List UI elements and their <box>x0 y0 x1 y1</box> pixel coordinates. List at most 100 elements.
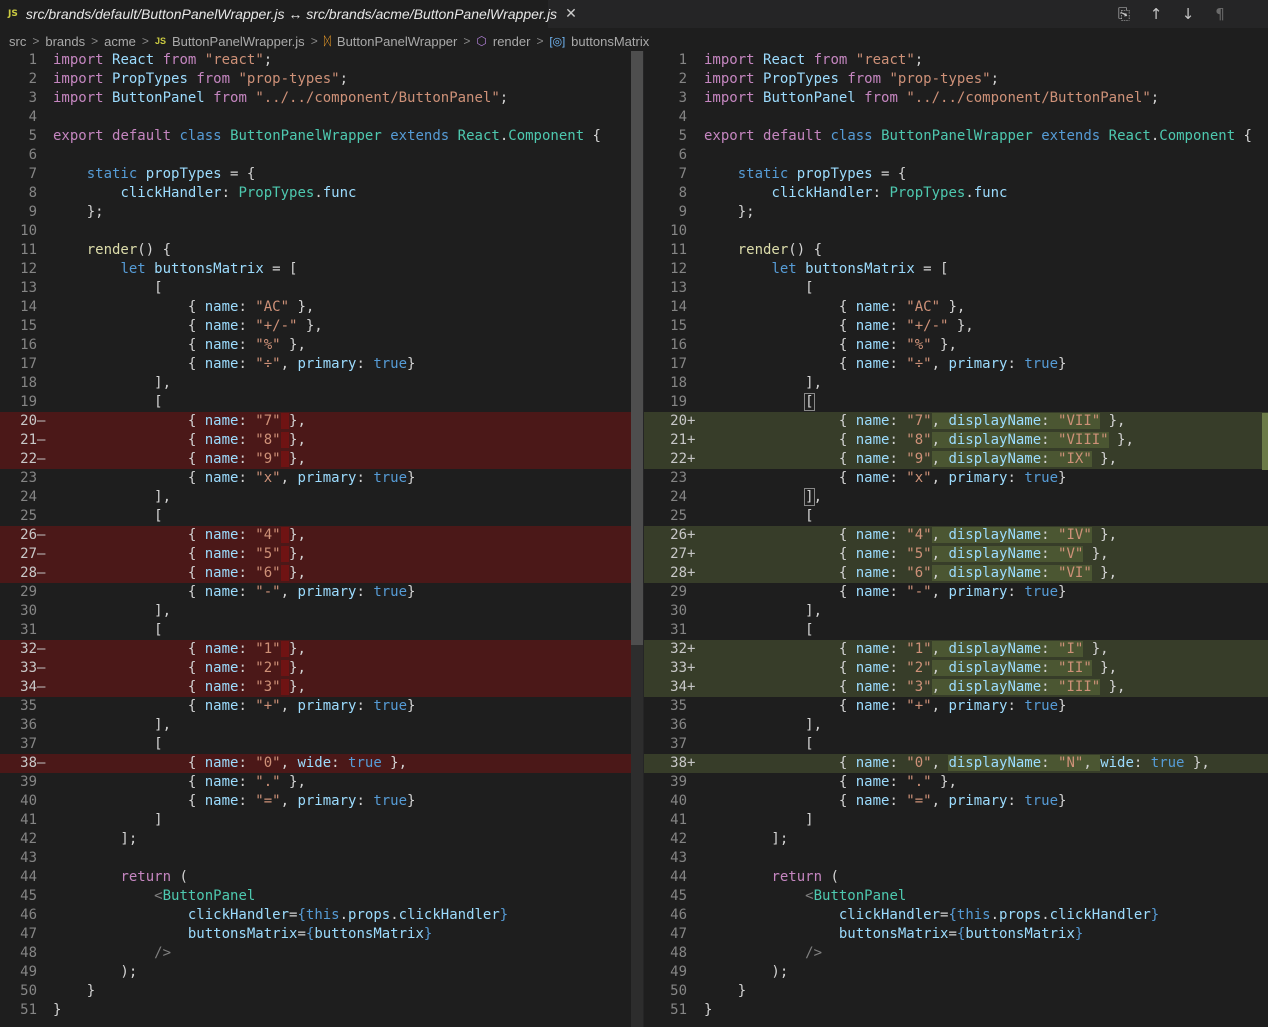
code-line[interactable]: 38 + { name: "0", displayName: "N", wide:… <box>644 754 1268 773</box>
code-line[interactable]: 9 }; <box>644 203 1268 222</box>
code-line[interactable]: 51} <box>0 1001 631 1020</box>
code-line[interactable]: 50 } <box>0 982 631 1001</box>
code-line[interactable]: 3 import ButtonPanel from "../../componen… <box>0 89 631 108</box>
diff-editor-tab[interactable]: JS src/brands/default/ButtonPanelWrapper… <box>0 0 577 28</box>
code-line[interactable]: 8 clickHandler: PropTypes.func <box>644 184 1268 203</box>
code-line[interactable]: 47 buttonsMatrix={buttonsMatrix} <box>0 925 631 944</box>
toggle-whitespace-icon[interactable]: ¶ <box>1204 5 1236 23</box>
code-line[interactable]: 35 { name: "+", primary: true} <box>0 697 631 716</box>
code-line[interactable]: 22 + { name: "9", displayName: "IX" }, <box>644 450 1268 469</box>
code-line[interactable]: 21 + { name: "8", displayName: "VIII" }, <box>644 431 1268 450</box>
tab-title[interactable]: src/brands/default/ButtonPanelWrapper.js… <box>26 6 557 22</box>
code-line[interactable]: 1 import React from "react"; <box>644 51 1268 70</box>
code-line[interactable]: 47 buttonsMatrix={buttonsMatrix} <box>644 925 1268 944</box>
code-line[interactable]: 26— { name: "4" }, <box>0 526 631 545</box>
code-line[interactable]: 19 [ <box>644 393 1268 412</box>
code-line[interactable]: 7 static propTypes = { <box>0 165 631 184</box>
code-line[interactable]: 32 + { name: "1", displayName: "I" }, <box>644 640 1268 659</box>
code-line[interactable]: 51} <box>644 1001 1268 1020</box>
code-line[interactable]: 1 import React from "react"; <box>0 51 631 70</box>
code-line[interactable]: 43 <box>0 849 631 868</box>
code-line[interactable]: 6 <box>644 146 1268 165</box>
scrollbar-thumb[interactable] <box>631 51 643 645</box>
code-line[interactable]: 29 { name: "-", primary: true} <box>644 583 1268 602</box>
code-line[interactable]: 48 /> <box>644 944 1268 963</box>
code-line[interactable]: 40 { name: "=", primary: true} <box>0 792 631 811</box>
code-line[interactable]: 13 [ <box>0 279 631 298</box>
code-line[interactable]: 5 export default class ButtonPanelWrapper… <box>644 127 1268 146</box>
code-line[interactable]: 16 { name: "%" }, <box>644 336 1268 355</box>
next-change-icon[interactable]: ↓ <box>1172 5 1204 23</box>
code-line[interactable]: 34 + { name: "3", displayName: "III" }, <box>644 678 1268 697</box>
code-line[interactable]: 26 + { name: "4", displayName: "IV" }, <box>644 526 1268 545</box>
code-line[interactable]: 3 import ButtonPanel from "../../componen… <box>644 89 1268 108</box>
code-line[interactable]: 33— { name: "2" }, <box>0 659 631 678</box>
code-line[interactable]: 30 ], <box>0 602 631 621</box>
code-line[interactable]: 43 <box>644 849 1268 868</box>
code-line[interactable]: 2 import PropTypes from "prop-types"; <box>0 70 631 89</box>
code-line[interactable]: 19 [ <box>0 393 631 412</box>
code-line[interactable]: 15 { name: "+/-" }, <box>0 317 631 336</box>
code-line[interactable]: 36 ], <box>0 716 631 735</box>
code-line[interactable]: 27— { name: "5" }, <box>0 545 631 564</box>
code-line[interactable]: 42 ]; <box>644 830 1268 849</box>
code-line[interactable]: 22— { name: "9" }, <box>0 450 631 469</box>
code-line[interactable]: 17 { name: "÷", primary: true} <box>644 355 1268 374</box>
scrollbar-track[interactable] <box>631 645 643 1027</box>
code-line[interactable]: 10 <box>0 222 631 241</box>
code-line[interactable]: 28— { name: "6" }, <box>0 564 631 583</box>
code-line[interactable]: 39 { name: "." }, <box>644 773 1268 792</box>
code-line[interactable]: 25 [ <box>0 507 631 526</box>
code-line[interactable]: 23 { name: "x", primary: true} <box>0 469 631 488</box>
code-line[interactable]: 29 { name: "-", primary: true} <box>0 583 631 602</box>
code-line[interactable]: 17 { name: "÷", primary: true} <box>0 355 631 374</box>
code-line[interactable]: 34— { name: "3" }, <box>0 678 631 697</box>
code-line[interactable]: 46 clickHandler={this.props.clickHandler… <box>644 906 1268 925</box>
code-line[interactable]: 49 ); <box>0 963 631 982</box>
code-line[interactable]: 20— { name: "7" }, <box>0 412 631 431</box>
code-line[interactable]: 50 } <box>644 982 1268 1001</box>
code-line[interactable]: 42 ]; <box>0 830 631 849</box>
code-line[interactable]: 12 let buttonsMatrix = [ <box>644 260 1268 279</box>
modified-editor[interactable]: 1 import React from "react"; 2 import PropT… <box>644 51 1268 1027</box>
code-line[interactable]: 28 + { name: "6", displayName: "VI" }, <box>644 564 1268 583</box>
original-editor[interactable]: 1 import React from "react"; 2 import PropT… <box>0 51 631 1027</box>
code-line[interactable]: 11 render() { <box>644 241 1268 260</box>
breadcrumb-item-file[interactable]: ButtonPanelWrapper.js <box>172 34 305 49</box>
breadcrumb-item-brands[interactable]: brands <box>45 34 85 49</box>
code-line[interactable]: 35 { name: "+", primary: true} <box>644 697 1268 716</box>
code-line[interactable]: 38— { name: "0", wide: true }, <box>0 754 631 773</box>
code-line[interactable]: 14 { name: "AC" }, <box>0 298 631 317</box>
code-line[interactable]: 45 <ButtonPanel <box>644 887 1268 906</box>
code-line[interactable]: 21— { name: "8" }, <box>0 431 631 450</box>
code-line[interactable]: 30 ], <box>644 602 1268 621</box>
code-line[interactable]: 18 ], <box>644 374 1268 393</box>
code-line[interactable]: 39 { name: "." }, <box>0 773 631 792</box>
code-line[interactable]: 9 }; <box>0 203 631 222</box>
code-line[interactable]: 14 { name: "AC" }, <box>644 298 1268 317</box>
code-line[interactable]: 46 clickHandler={this.props.clickHandler… <box>0 906 631 925</box>
previous-change-icon[interactable]: ↑ <box>1140 5 1172 23</box>
code-line[interactable]: 24 ], <box>644 488 1268 507</box>
code-line[interactable]: 23 { name: "x", primary: true} <box>644 469 1268 488</box>
open-file-icon[interactable]: ⎘ <box>1108 5 1140 23</box>
code-line[interactable]: 44 return ( <box>0 868 631 887</box>
code-line[interactable]: 15 { name: "+/-" }, <box>644 317 1268 336</box>
code-line[interactable]: 48 /> <box>0 944 631 963</box>
code-line[interactable]: 16 { name: "%" }, <box>0 336 631 355</box>
code-line[interactable]: 49 ); <box>644 963 1268 982</box>
code-line[interactable]: 36 ], <box>644 716 1268 735</box>
code-line[interactable]: 33 + { name: "2", displayName: "II" }, <box>644 659 1268 678</box>
code-line[interactable]: 11 render() { <box>0 241 631 260</box>
breadcrumb-item-method[interactable]: render <box>493 34 531 49</box>
code-line[interactable]: 37 [ <box>644 735 1268 754</box>
breadcrumb-item-src[interactable]: src <box>9 34 26 49</box>
breadcrumb-item-acme[interactable]: acme <box>104 34 136 49</box>
breadcrumb-item-class[interactable]: ButtonPanelWrapper <box>337 34 457 49</box>
code-line[interactable]: 27 + { name: "5", displayName: "V" }, <box>644 545 1268 564</box>
code-line[interactable]: 41 ] <box>644 811 1268 830</box>
code-line[interactable]: 12 let buttonsMatrix = [ <box>0 260 631 279</box>
code-line[interactable]: 25 [ <box>644 507 1268 526</box>
code-line[interactable]: 32— { name: "1" }, <box>0 640 631 659</box>
breadcrumb-item-variable[interactable]: buttonsMatrix <box>571 34 649 49</box>
